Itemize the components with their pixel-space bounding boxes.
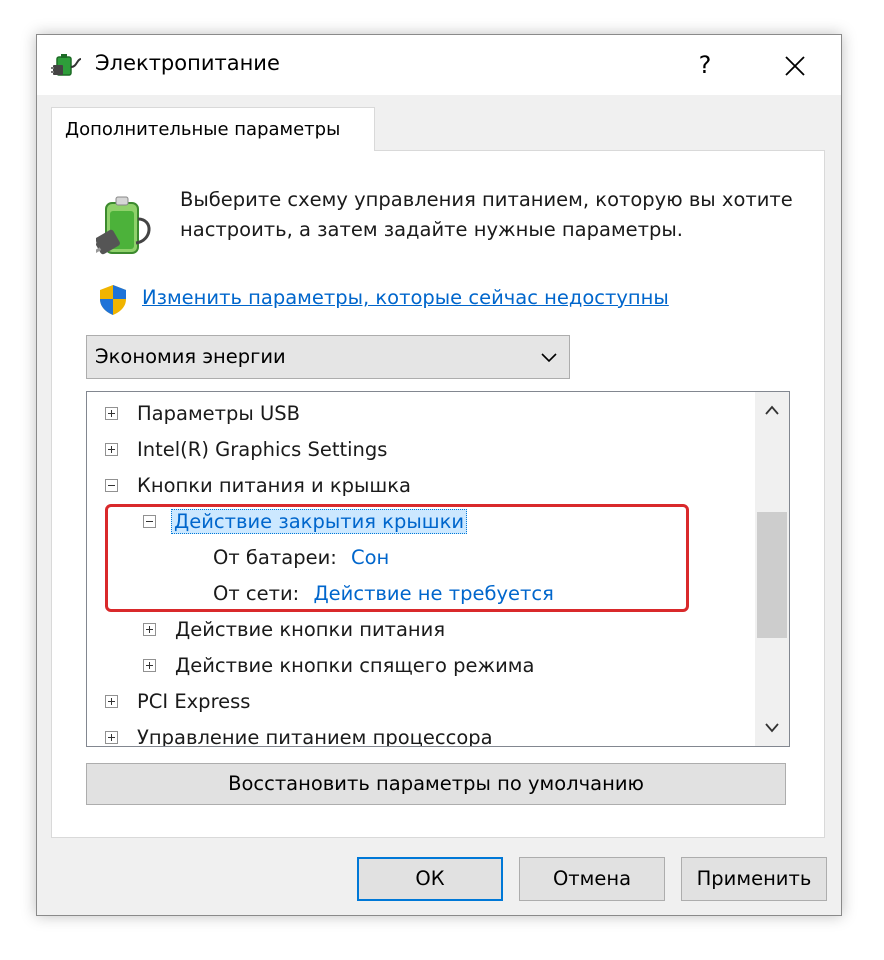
description-text: Выберите схему управления питанием, кото… (180, 188, 793, 241)
tree-item-pci-express[interactable]: PCI Express (105, 684, 250, 720)
power-plan-value: Экономия энергии (95, 345, 286, 368)
tree-item-label: Действие кнопки питания (175, 618, 446, 641)
battery-plug-icon (96, 196, 151, 255)
ok-button[interactable]: ОК (357, 857, 503, 901)
close-icon (785, 55, 805, 76)
on-battery-value[interactable]: Сон (351, 546, 389, 569)
help-button[interactable]: ? (683, 43, 727, 87)
plugged-in-value[interactable]: Действие не требуется (313, 582, 553, 605)
expand-icon[interactable] (105, 407, 118, 420)
expand-icon[interactable] (143, 623, 156, 636)
expand-icon[interactable] (105, 443, 118, 456)
window-title: Электропитание (95, 51, 280, 75)
uac-shield-icon (100, 285, 126, 315)
tree-item-power-buttons-lid[interactable]: Кнопки питания и крышка (105, 468, 411, 504)
advanced-settings-panel: Выберите схему управления питанием, кото… (51, 150, 825, 838)
apply-button[interactable]: Применить (681, 857, 827, 901)
setting-label: От сети: (213, 582, 300, 605)
tree-item-label: Intel(R) Graphics Settings (137, 438, 388, 461)
tree-item-intel-graphics[interactable]: Intel(R) Graphics Settings (105, 432, 387, 468)
tree-item-label: Параметры USB (137, 402, 301, 425)
power-plan-dropdown[interactable]: Экономия энергии (86, 335, 570, 379)
scroll-up-button[interactable] (755, 392, 789, 428)
tree-item-label: PCI Express (137, 690, 251, 713)
tree-item-label: Управление питанием процессора (137, 726, 493, 747)
tree-item-label-selected: Действие закрытия крышки (171, 509, 468, 534)
close-button[interactable] (771, 43, 819, 87)
tab-advanced-settings[interactable]: Дополнительные параметры (51, 107, 375, 151)
expand-icon[interactable] (143, 659, 156, 672)
chevron-down-icon (541, 353, 557, 363)
chevron-up-icon (765, 405, 779, 415)
tree-item-label: Кнопки питания и крышка (137, 474, 411, 497)
title-bar: Электропитание ? (37, 35, 841, 95)
chevron-down-icon (765, 723, 779, 733)
expand-icon[interactable] (105, 695, 118, 708)
tree-item-sleep-button-action[interactable]: Действие кнопки спящего режима (143, 648, 534, 684)
setting-label: От батареи: (213, 546, 337, 569)
settings-tree[interactable]: Параметры USB Intel(R) Graphics Settings… (86, 391, 790, 747)
setting-plugged-in[interactable]: От сети: Действие не требуется (213, 576, 554, 612)
tree-item-usb[interactable]: Параметры USB (105, 396, 300, 432)
tree-scrollbar[interactable] (755, 392, 789, 746)
expand-icon[interactable] (105, 731, 118, 744)
collapse-icon[interactable] (105, 479, 118, 492)
tree-item-processor-power[interactable]: Управление питанием процессора (105, 720, 493, 747)
tree-item-power-button-action[interactable]: Действие кнопки питания (143, 612, 445, 648)
change-unavailable-settings-link[interactable]: Изменить параметры, которые сейчас недос… (142, 286, 669, 309)
collapse-icon[interactable] (143, 515, 156, 528)
scroll-thumb[interactable] (757, 512, 787, 638)
cancel-button[interactable]: Отмена (519, 857, 665, 901)
scroll-down-button[interactable] (755, 710, 789, 746)
tree-item-lid-close-action[interactable]: Действие закрытия крышки (143, 504, 468, 540)
restore-defaults-button[interactable]: Восстановить параметры по умолчанию (86, 763, 786, 805)
tree-item-label: Действие кнопки спящего режима (175, 654, 535, 677)
power-options-dialog: Электропитание ? Дополнительные параметр… (36, 34, 842, 916)
setting-on-battery[interactable]: От батареи: Сон (213, 540, 389, 576)
power-options-icon (51, 54, 82, 76)
